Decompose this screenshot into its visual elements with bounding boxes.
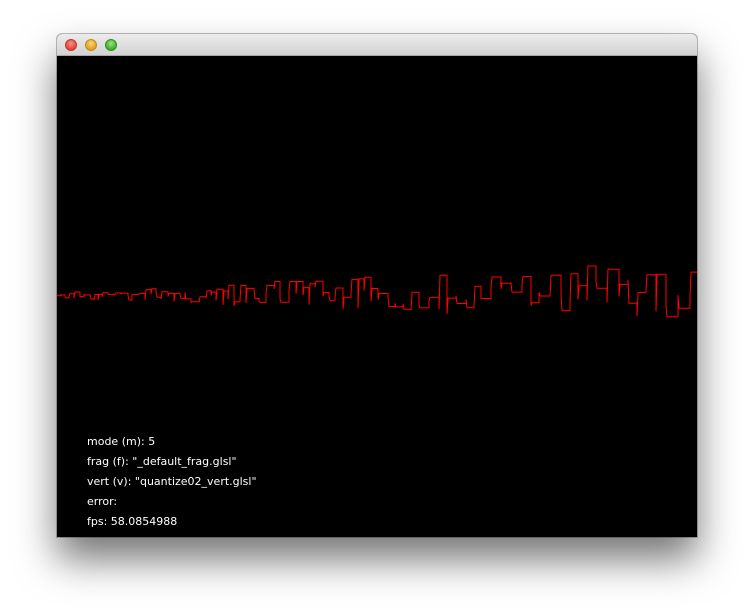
close-button[interactable]: [65, 39, 77, 51]
minimize-button[interactable]: [85, 39, 97, 51]
hud-overlay: mode (m): 5 frag (f): "_default_frag.gls…: [87, 432, 257, 532]
frag-shader-readout: frag (f): "_default_frag.glsl": [87, 455, 237, 468]
zoom-button[interactable]: [105, 39, 117, 51]
mode-readout: mode (m): 5: [87, 435, 156, 448]
waveform-line: [57, 265, 697, 318]
vert-shader-readout: vert (v): "quantize02_vert.glsl": [87, 475, 257, 488]
title-bar[interactable]: [57, 34, 697, 56]
fps-readout: fps: 58.0854988: [87, 515, 178, 528]
app-window: mode (m): 5 frag (f): "_default_frag.gls…: [57, 34, 697, 537]
render-canvas[interactable]: mode (m): 5 frag (f): "_default_frag.gls…: [57, 56, 697, 537]
error-readout: error:: [87, 495, 118, 508]
